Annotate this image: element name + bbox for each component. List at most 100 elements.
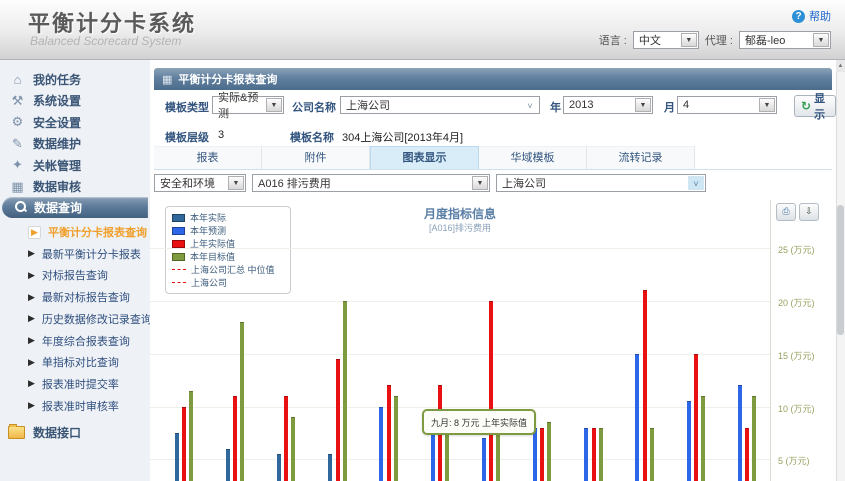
- company-name-label: 公司名称: [292, 99, 336, 115]
- chevron-down-icon[interactable]: ▼: [813, 33, 829, 47]
- year-select[interactable]: 2013 ▼: [563, 96, 653, 114]
- sidebar-item-1[interactable]: ⌂我的任务: [10, 69, 145, 89]
- chevron-down-icon[interactable]: ▼: [759, 98, 775, 112]
- sidebar-subitem-1[interactable]: ▶平衡计分卡报表查询: [28, 223, 148, 241]
- template-name-label: 模板名称: [290, 129, 334, 145]
- bar-本年目标值-九月[interactable]: [599, 428, 603, 481]
- bar-本年预测-五月[interactable]: [379, 407, 383, 481]
- template-name-value: 304上海公司[2013年4月]: [342, 129, 463, 145]
- display-button[interactable]: ↻ 显示: [794, 95, 836, 117]
- chevron-down-icon[interactable]: ▼: [266, 98, 282, 112]
- bar-上年实际值-三月[interactable]: [284, 396, 288, 481]
- sidebar-subitem-label: 报表准时提交率: [42, 376, 119, 392]
- bar-上年实际值-九月[interactable]: [592, 428, 596, 481]
- bar-本年目标值-十月[interactable]: [650, 428, 654, 481]
- bar-上年实际值-十二月[interactable]: [745, 428, 749, 481]
- bar-上年实际值-十月[interactable]: [643, 290, 647, 481]
- tab-3[interactable]: 图表显示: [370, 146, 479, 169]
- bar-本年实际-二月[interactable]: [226, 449, 230, 481]
- print-icon[interactable]: ⎙: [776, 203, 796, 221]
- bar-本年预测-八月[interactable]: [533, 428, 537, 481]
- scrollbar-thumb[interactable]: [837, 205, 844, 335]
- bar-本年目标值-一月[interactable]: [189, 391, 193, 481]
- legend-swatch-icon: [172, 214, 185, 222]
- legend-swatch-icon: [172, 227, 185, 235]
- filter-select-3[interactable]: 上海公司˅: [496, 174, 706, 192]
- scroll-up-arrow-icon[interactable]: ▲: [836, 60, 845, 72]
- sidebar-subitem-8[interactable]: ▶报表准时提交率: [28, 375, 148, 393]
- template-type-label: 模板类型: [165, 99, 209, 115]
- language-select[interactable]: 中文 ▼: [633, 31, 699, 49]
- agent-select[interactable]: 郁磊-leo ▼: [739, 31, 831, 49]
- bar-上年实际值-五月[interactable]: [387, 385, 391, 481]
- chevron-down-icon[interactable]: ˅: [522, 98, 538, 112]
- bar-上年实际值-一月[interactable]: [182, 407, 186, 481]
- sidebar-subitem-3[interactable]: ▶对标报告查询: [28, 266, 148, 284]
- bar-本年预测-六月[interactable]: [431, 433, 435, 481]
- sidebar-item-3[interactable]: ⚙安全设置: [10, 112, 145, 132]
- sidebar-subitem-4[interactable]: ▶最新对标报告查询: [28, 288, 148, 306]
- sidebar-item-data-query[interactable]: 数据查询: [2, 197, 148, 218]
- tab-1[interactable]: 报表: [154, 146, 262, 169]
- bar-上年实际值-十一月[interactable]: [694, 354, 698, 481]
- bar-本年预测-九月[interactable]: [584, 428, 588, 481]
- bar-本年实际-一月[interactable]: [175, 433, 179, 481]
- bar-上年实际值-八月[interactable]: [540, 428, 544, 481]
- template-level-label: 模板层级: [165, 129, 209, 145]
- sidebar-subitem-6[interactable]: ▶年度综合报表查询: [28, 332, 148, 350]
- sidebar-subitem-2[interactable]: ▶最新平衡计分卡报表: [28, 245, 148, 263]
- sidebar-subitem-7[interactable]: ▶单指标对比查询: [28, 353, 148, 371]
- bar-本年预测-十一月[interactable]: [687, 401, 691, 481]
- bar-本年目标值-十一月[interactable]: [701, 396, 705, 481]
- bar-上年实际值-四月[interactable]: [336, 359, 340, 481]
- sidebar-subitem-5[interactable]: ▶历史数据修改记录查询: [28, 310, 148, 328]
- bar-本年预测-七月[interactable]: [482, 438, 486, 481]
- help-link[interactable]: ? 帮助: [792, 8, 831, 24]
- sidebar-item-6[interactable]: ▦数据审核: [10, 177, 145, 197]
- chart-tooltip: 九月: 8 万元 上年实际值: [422, 409, 536, 435]
- month-select[interactable]: 4 ▼: [677, 96, 777, 114]
- filter-select-1[interactable]: 安全和环境▼: [154, 174, 246, 192]
- bar-本年实际-四月[interactable]: [328, 454, 332, 481]
- bar-本年目标值-八月[interactable]: [547, 422, 551, 481]
- template-type-select[interactable]: 实际&预测 ▼: [212, 96, 284, 114]
- chevron-down-icon[interactable]: ▼: [681, 33, 697, 47]
- bar-本年预测-十二月[interactable]: [738, 385, 742, 481]
- sidebar-item-2[interactable]: ⚒系统设置: [10, 91, 145, 111]
- sidebar-item-4[interactable]: ✎数据维护: [10, 134, 145, 154]
- chevron-down-icon[interactable]: ▼: [472, 176, 488, 190]
- tab-bar: 报表附件图表显示华域模板流转记录: [154, 146, 832, 170]
- bar-本年目标值-六月[interactable]: [445, 433, 449, 481]
- company-select[interactable]: 上海公司 ˅: [340, 96, 540, 114]
- legend-item: 本年预测: [172, 224, 284, 237]
- export-icon[interactable]: ⇩: [799, 203, 819, 221]
- y-tick-label: 10 (万元): [778, 402, 836, 415]
- bar-本年预测-十月[interactable]: [635, 354, 639, 481]
- bar-本年目标值-五月[interactable]: [394, 396, 398, 481]
- bar-上年实际值-二月[interactable]: [233, 396, 237, 481]
- bar-本年目标值-十二月[interactable]: [752, 396, 756, 481]
- sidebar-subitem-label: 年度综合报表查询: [42, 333, 130, 349]
- sidebar-item-data-interface[interactable]: 数据接口: [8, 422, 143, 442]
- tab-2[interactable]: 附件: [262, 146, 370, 169]
- filter-row: 安全和环境▼ A016 排污费用▼ 上海公司˅: [154, 174, 712, 198]
- sidebar-subitem-9[interactable]: ▶报表准时审核率: [28, 397, 148, 415]
- tab-5[interactable]: 流转记录: [587, 146, 695, 169]
- vertical-scrollbar[interactable]: ▲: [836, 60, 845, 481]
- bar-本年目标值-二月[interactable]: [240, 322, 244, 481]
- chevron-down-icon[interactable]: ▼: [228, 176, 244, 190]
- tab-4[interactable]: 华域模板: [479, 146, 587, 169]
- chevron-down-icon[interactable]: ▼: [635, 98, 651, 112]
- bar-本年实际-三月[interactable]: [277, 454, 281, 481]
- plot-right-border: [770, 200, 771, 481]
- filter-select-2[interactable]: A016 排污费用▼: [252, 174, 490, 192]
- chevron-down-icon[interactable]: ˅: [688, 176, 704, 190]
- sidebar-item-5[interactable]: ✦关帐管理: [10, 155, 145, 175]
- sidebar-subitem-label: 单指标对比查询: [42, 354, 119, 370]
- triangle-bullet-icon: ▶: [28, 313, 35, 324]
- balanced-scorecard-app: 平衡计分卡系统 Balanced Scorecard System ? 帮助 语…: [0, 0, 845, 481]
- chart-toolbar: ⎙ ⇩: [776, 203, 819, 221]
- bar-本年目标值-四月[interactable]: [343, 301, 347, 481]
- bar-上年实际值-七月[interactable]: [489, 301, 493, 481]
- bar-本年目标值-三月[interactable]: [291, 417, 295, 481]
